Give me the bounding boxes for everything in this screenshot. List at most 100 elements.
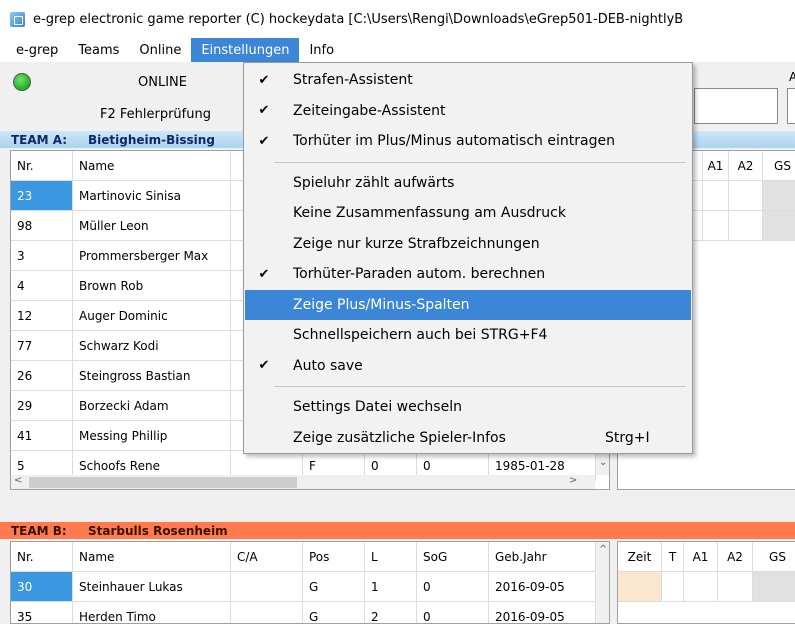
scroll-left-icon[interactable]: <	[14, 475, 22, 486]
cell-name[interactable]: Messing Phillip	[73, 421, 231, 451]
vertical-scrollbar[interactable]: ⌄	[596, 451, 609, 475]
cell-name[interactable]: Borzecki Adam	[73, 391, 231, 421]
side-input-box[interactable]	[694, 88, 778, 124]
menu-item-label: Spieluhr zählt aufwärts	[293, 174, 455, 191]
menu-item-spieluhr-z-hlt-aufw-rts[interactable]: Spieluhr zählt aufwärts	[245, 168, 691, 198]
menu-einstellungen[interactable]: Einstellungen	[191, 38, 300, 62]
scroll-up-icon[interactable]: ^	[599, 544, 607, 555]
cell-ca[interactable]	[231, 602, 303, 623]
cell-name[interactable]: Steinhauer Lukas	[73, 572, 231, 602]
col-header-nr[interactable]: Nr.	[11, 151, 73, 181]
menu-item-settings-datei-wechseln[interactable]: Settings Datei wechseln	[245, 392, 691, 422]
cell-nr[interactable]: 4	[11, 271, 73, 301]
scroll-right-icon[interactable]: >	[569, 475, 577, 486]
menu-item-label: Zeiteingabe-Assistent	[293, 102, 446, 119]
col-header-name[interactable]: Name	[73, 151, 231, 181]
penalty-cell[interactable]	[703, 211, 729, 241]
menu-separator	[274, 386, 686, 387]
menu-item-zeige-zus-tzliche-spieler-infos[interactable]: Zeige zusätzliche Spieler-Infos Strg+I	[245, 423, 691, 453]
penalty-col-a1[interactable]: A1	[684, 542, 718, 572]
penalty-cell[interactable]	[662, 572, 684, 602]
penalty-gs-button[interactable]	[763, 181, 795, 211]
cell-name[interactable]: Prommersberger Max	[73, 241, 231, 271]
penalty-col-t[interactable]: T	[662, 542, 684, 572]
cell-geb[interactable]: 2016-09-05	[489, 602, 596, 623]
horizontal-scrollbar[interactable]: < >	[11, 475, 595, 489]
menu-item-label: Torhüter-Paraden autom. berechnen	[293, 266, 546, 282]
vertical-scrollbar[interactable]: ^	[596, 542, 609, 623]
menu-item-label: Settings Datei wechseln	[293, 399, 462, 415]
cell-nr[interactable]: 12	[11, 301, 73, 331]
menu-item-torh-ter-paraden-autom-berechnen[interactable]: ✔ Torhüter-Paraden autom. berechnen	[245, 259, 691, 289]
check-icon: ✔	[258, 72, 270, 88]
cell-name[interactable]: Müller Leon	[73, 211, 231, 241]
scroll-down-icon[interactable]: ⌄	[599, 457, 607, 468]
menu-item-keine-zusammenfassung-am-ausdruck[interactable]: Keine Zusammenfassung am Ausdruck	[245, 198, 691, 228]
cell-l[interactable]: 1	[365, 572, 417, 602]
menu-teams[interactable]: Teams	[68, 38, 129, 62]
penalty-col-gs[interactable]: GS	[753, 542, 795, 572]
cell-geb[interactable]: 2016-09-05	[489, 572, 596, 602]
cell-pos[interactable]: G	[303, 572, 365, 602]
penalty-time-cell[interactable]	[618, 572, 662, 602]
menu-item-strafen-assistent[interactable]: ✔ Strafen-Assistent	[245, 65, 691, 95]
col-header-sog[interactable]: SoG	[417, 542, 489, 572]
penalty-col-time[interactable]: Zeit	[618, 542, 662, 572]
menu-item-torh-ter-im-plus-minus-automatisch-eintragen[interactable]: ✔ Torhüter im Plus/Minus automatisch eint…	[245, 126, 691, 156]
col-header-geb[interactable]: Geb.Jahr	[489, 542, 596, 572]
menu-item-schnellspeichern-auch-bei-strg-f4[interactable]: Schnellspeichern auch bei STRG+F4	[245, 320, 691, 350]
cell-pos[interactable]: G	[303, 602, 365, 623]
cell-name[interactable]: Schwarz Kodi	[73, 331, 231, 361]
team-b-header: TEAM B: Starbulls Rosenheim	[0, 522, 795, 539]
penalty-col-a2[interactable]: A2	[718, 542, 753, 572]
cell-name[interactable]: Martinovic Sinisa	[73, 181, 231, 211]
cell-nr[interactable]: 3	[11, 241, 73, 271]
penalty-cell[interactable]	[729, 181, 763, 211]
menu-item-zeige-nur-kurze-strafbzeichnungen[interactable]: Zeige nur kurze Strafbzeichnungen	[245, 229, 691, 259]
penalty-cell[interactable]	[703, 181, 729, 211]
side-input-box-2[interactable]	[787, 88, 795, 124]
cell-nr[interactable]: 77	[11, 331, 73, 361]
cell-nr[interactable]: 41	[11, 421, 73, 451]
col-header-pos[interactable]: Pos	[303, 542, 365, 572]
penalty-col-gs[interactable]: GS	[763, 151, 795, 181]
team-b-name: Starbulls Rosenheim	[88, 523, 228, 538]
menu-item-auto-save[interactable]: ✔ Auto save	[245, 351, 691, 381]
menu-item-zeiteingabe-assistent[interactable]: ✔ Zeiteingabe-Assistent	[245, 96, 691, 126]
cell-l[interactable]: 2	[365, 602, 417, 623]
cell-nr[interactable]: 98	[11, 211, 73, 241]
penalty-cell[interactable]	[729, 211, 763, 241]
cell-nr[interactable]: 35	[11, 602, 73, 623]
cell-nr[interactable]: 30	[11, 572, 73, 602]
team-b-penalty-grid: Zeit T A1 A2 GS	[617, 541, 795, 624]
cell-ca[interactable]	[231, 572, 303, 602]
horizontal-scroll-thumb[interactable]	[29, 477, 297, 488]
f2-check-button[interactable]: F2 Fehlerprüfung	[100, 107, 211, 122]
cell-name[interactable]: Herden Timo	[73, 602, 231, 623]
col-header-name[interactable]: Name	[73, 542, 231, 572]
penalty-gs-button[interactable]	[753, 572, 795, 602]
col-header-ca[interactable]: C/A	[231, 542, 303, 572]
team-b-label: TEAM B:	[11, 523, 67, 538]
col-header-nr[interactable]: Nr.	[11, 542, 73, 572]
penalty-cell[interactable]	[684, 572, 718, 602]
menu-e-grep[interactable]: e-grep	[0, 38, 68, 62]
penalty-col-a2[interactable]: A2	[729, 151, 763, 181]
menu-online[interactable]: Online	[129, 38, 191, 62]
cell-name[interactable]: Brown Rob	[73, 271, 231, 301]
online-status-led	[13, 73, 31, 91]
penalty-gs-button[interactable]	[763, 211, 795, 241]
cell-name[interactable]: Auger Dominic	[73, 301, 231, 331]
cell-sog[interactable]: 0	[417, 602, 489, 623]
col-header-l[interactable]: L	[365, 542, 417, 572]
cell-nr[interactable]: 23	[11, 181, 73, 211]
menu-item-zeige-plus-minus-spalten[interactable]: Zeige Plus/Minus-Spalten	[245, 289, 691, 320]
menu-info[interactable]: Info	[299, 38, 344, 62]
check-icon: ✔	[258, 358, 270, 373]
cell-nr[interactable]: 26	[11, 361, 73, 391]
cell-sog[interactable]: 0	[417, 572, 489, 602]
penalty-col-a1[interactable]: A1	[703, 151, 729, 181]
cell-nr[interactable]: 29	[11, 391, 73, 421]
penalty-cell[interactable]	[718, 572, 753, 602]
cell-name[interactable]: Steingross Bastian	[73, 361, 231, 391]
